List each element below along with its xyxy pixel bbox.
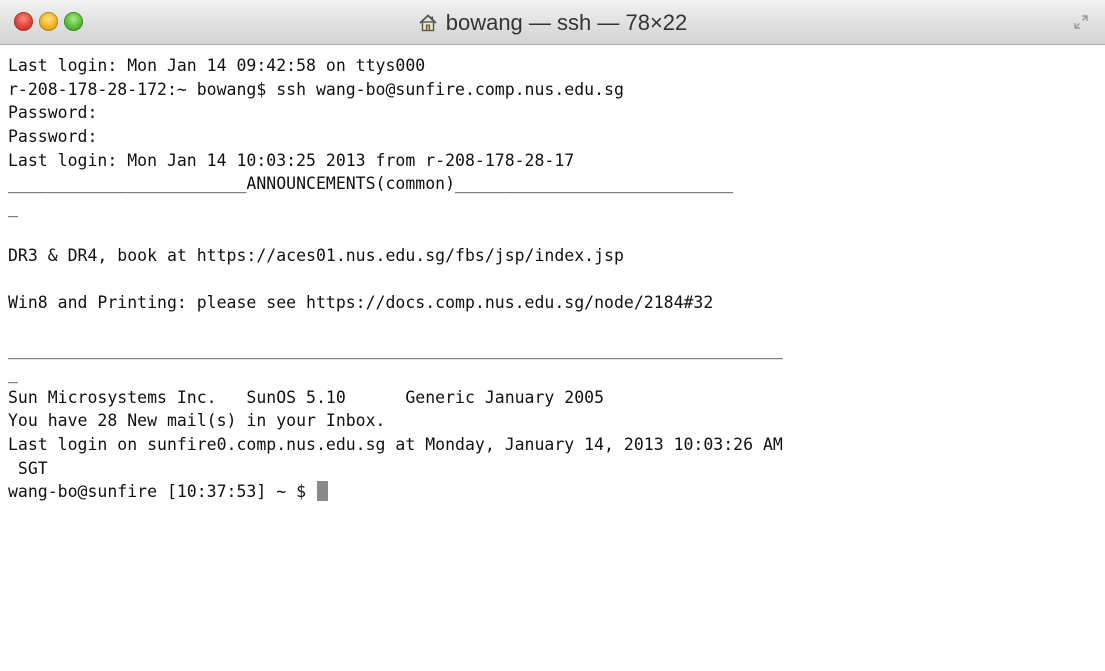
terminal-line: You have 28 New mail(s) in your Inbox. bbox=[8, 411, 386, 431]
shell-prompt: wang-bo@sunfire [10:37:53] ~ $ bbox=[8, 482, 316, 502]
prompt-line[interactable]: wang-bo@sunfire [10:37:53] ~ $ bbox=[8, 480, 1105, 504]
terminal-line: _ bbox=[8, 363, 18, 383]
text-cursor bbox=[316, 481, 328, 502]
terminal-output[interactable]: Last login: Mon Jan 14 09:42:58 on ttys0… bbox=[0, 45, 1105, 671]
title-bar[interactable]: bowang — ssh — 78×22 bbox=[0, 0, 1105, 45]
window-title-container: bowang — ssh — 78×22 bbox=[0, 10, 1105, 39]
terminal-window: bowang — ssh — 78×22 Last login: Mon Jan… bbox=[0, 0, 1105, 671]
terminal-line: Password: bbox=[8, 127, 98, 147]
terminal-line: Last login: Mon Jan 14 09:42:58 on ttys0… bbox=[8, 56, 426, 75]
terminal-line: Password: bbox=[8, 103, 98, 123]
terminal-line: Last login: Mon Jan 14 10:03:25 2013 fro… bbox=[8, 150, 575, 170]
window-title: bowang — ssh — 78×22 bbox=[445, 10, 688, 35]
terminal-line: Sun Microsystems Inc. SunOS 5.10 Generic… bbox=[8, 387, 605, 407]
fullscreen-icon[interactable] bbox=[1073, 14, 1089, 35]
terminal-line: DR3 & DR4, book at https://aces01.nus.ed… bbox=[8, 245, 624, 265]
terminal-line: SGT bbox=[8, 458, 48, 478]
terminal-line: r-208-178-28-172:~ bowang$ ssh wang-bo@s… bbox=[8, 79, 624, 99]
terminal-line: ________________________ANNOUNCEMENTS(co… bbox=[8, 174, 734, 194]
terminal-line: Win8 and Printing: please see https://do… bbox=[8, 292, 714, 312]
terminal-line: _ bbox=[8, 198, 18, 218]
terminal-line: ________________________________________… bbox=[8, 340, 783, 360]
home-icon bbox=[418, 13, 438, 39]
terminal-line: Last login on sunfire0.comp.nus.edu.sg a… bbox=[8, 435, 783, 454]
